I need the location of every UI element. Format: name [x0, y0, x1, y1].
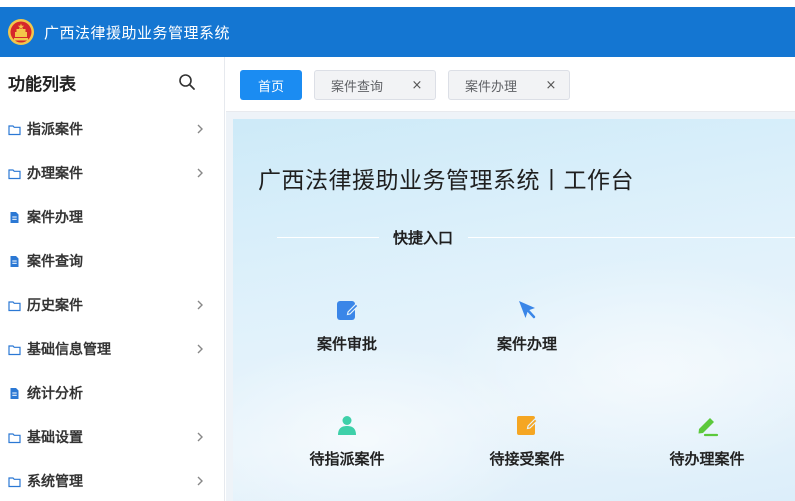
sidebar-item-label: 案件办理	[27, 210, 83, 226]
sidebar-item-assigned-cases[interactable]: 指派案件	[0, 107, 224, 151]
top-header: 广西法律援助业务管理系统	[0, 7, 795, 57]
chevron-right-icon	[194, 299, 206, 311]
page-title: 广西法律援助业务管理系统丨工作台	[258, 168, 634, 194]
sidebar-item-label: 基础设置	[27, 430, 83, 446]
folder-icon	[8, 123, 21, 136]
sidebar-item-label: 指派案件	[27, 122, 83, 138]
quick-link-label: 待指派案件	[309, 450, 385, 468]
chevron-right-icon	[194, 431, 206, 443]
quick-link-case-approval[interactable]: 案件审批	[287, 297, 407, 354]
edit-document-icon	[514, 412, 540, 438]
folder-icon	[8, 299, 21, 312]
chevron-right-icon	[194, 343, 206, 355]
cursor-pointer-icon	[514, 297, 540, 323]
sidebar-item-label: 系统管理	[27, 474, 83, 490]
quick-link-pending-accept[interactable]: 待接受案件	[467, 412, 587, 469]
app-title: 广西法律援助业务管理系统	[44, 23, 231, 42]
document-icon	[8, 255, 21, 268]
sidebar-item-label: 历史案件	[27, 298, 83, 314]
tab-label: 案件办理	[465, 79, 518, 95]
pen-icon	[694, 412, 720, 438]
user-icon	[334, 412, 360, 438]
tab-label: 首页	[257, 79, 284, 95]
quick-link-pending-handle[interactable]: 待办理案件	[647, 412, 767, 469]
tab-home[interactable]: 首页	[240, 70, 302, 100]
tab-label: 案件查询	[331, 79, 384, 95]
sidebar-item-basic-settings[interactable]: 基础设置	[0, 415, 224, 459]
folder-icon	[8, 167, 21, 180]
folder-icon	[8, 431, 21, 444]
chevron-right-icon	[194, 123, 206, 135]
quick-link-pending-assign[interactable]: 待指派案件	[287, 412, 407, 469]
quick-link-label: 案件审批	[316, 335, 377, 353]
folder-icon	[8, 475, 21, 488]
tab-bar: 首页 案件查询 × 案件办理 ×	[226, 57, 795, 112]
national-emblem-icon	[7, 18, 35, 46]
divider-left	[277, 237, 379, 238]
sidebar-item-basic-info[interactable]: 基础信息管理	[0, 327, 224, 371]
divider-right	[468, 237, 795, 238]
tab-case-query[interactable]: 案件查询 ×	[314, 70, 436, 100]
sidebar-item-label: 统计分析	[27, 386, 83, 402]
sidebar-item-case-processing[interactable]: 案件办理	[0, 195, 224, 239]
close-icon[interactable]: ×	[541, 78, 561, 93]
sidebar-item-statistics[interactable]: 统计分析	[0, 371, 224, 415]
sidebar-header: 功能列表	[0, 57, 224, 107]
quick-link-label: 待办理案件	[669, 450, 745, 468]
sidebar-item-history-cases[interactable]: 历史案件	[0, 283, 224, 327]
sidebar-title: 功能列表	[8, 74, 76, 95]
quick-link-label: 案件办理	[496, 335, 557, 353]
chevron-right-icon	[194, 167, 206, 179]
sidebar: 功能列表 指派案件 办理案件 案件办理 案件查询 历史案件 基础信息管理 统计分…	[0, 57, 225, 501]
tab-case-processing[interactable]: 案件办理 ×	[448, 70, 570, 100]
sidebar-item-label: 案件查询	[27, 254, 83, 270]
sidebar-item-case-query[interactable]: 案件查询	[0, 239, 224, 283]
document-icon	[8, 211, 21, 224]
quick-link-label: 待接受案件	[489, 450, 565, 468]
close-icon[interactable]: ×	[407, 78, 427, 93]
edit-document-icon	[334, 297, 360, 323]
search-icon[interactable]	[178, 73, 196, 91]
main-area: 广西法律援助业务管理系统丨工作台 快捷入口 案件审批 案件办理 待指派案件 待接…	[226, 112, 795, 501]
sidebar-item-label: 办理案件	[27, 166, 83, 182]
document-icon	[8, 387, 21, 400]
sidebar-item-handle-cases[interactable]: 办理案件	[0, 151, 224, 195]
chevron-right-icon	[194, 475, 206, 487]
quick-entry-title: 快捷入口	[393, 229, 454, 247]
sidebar-item-system-management[interactable]: 系统管理	[0, 459, 224, 501]
sidebar-item-label: 基础信息管理	[27, 342, 111, 358]
workbench-panel: 广西法律援助业务管理系统丨工作台 快捷入口 案件审批 案件办理 待指派案件 待接…	[233, 119, 795, 501]
quick-link-case-processing[interactable]: 案件办理	[467, 297, 587, 354]
folder-icon	[8, 343, 21, 356]
